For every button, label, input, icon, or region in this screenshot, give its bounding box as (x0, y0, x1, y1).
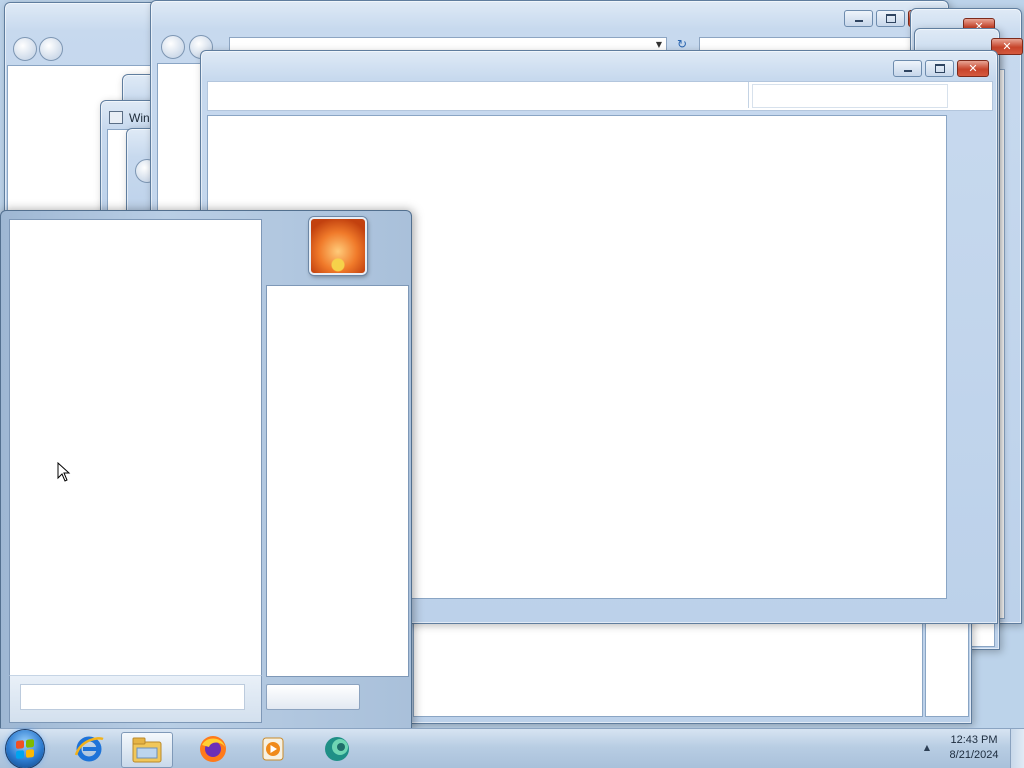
desktop: Win ✕ ▼ ↻ ⚲ ✕ ✕ (0, 0, 1024, 728)
shutdown-button[interactable] (266, 684, 360, 710)
taskbar-file-explorer[interactable] (121, 732, 173, 768)
minimize-button[interactable] (893, 60, 922, 77)
window-title-icon (109, 111, 123, 124)
taskbar-clock[interactable]: 12:43 PM 8/21/2024 (940, 733, 1008, 765)
start-search-input[interactable] (20, 684, 245, 710)
mouse-cursor-icon (57, 462, 71, 482)
app-icon (325, 737, 349, 761)
internet-explorer-icon (74, 736, 104, 762)
chevron-down-icon[interactable]: ▼ (656, 40, 662, 49)
taskbar-firefox[interactable] (188, 732, 238, 766)
command-bar[interactable] (208, 82, 749, 108)
folder-icon (132, 737, 162, 763)
back-button[interactable] (161, 35, 185, 59)
toolbar-strip (207, 81, 993, 111)
show-hidden-icons-button[interactable]: ▲ (921, 744, 933, 752)
taskbar (0, 728, 1024, 768)
close-button[interactable]: ✕ (957, 60, 989, 77)
firefox-icon (200, 736, 226, 762)
taskbar-internet-explorer[interactable] (64, 732, 114, 766)
start-button[interactable] (6, 730, 44, 768)
media-player-icon (262, 737, 284, 761)
taskbar-media-player[interactable] (248, 732, 298, 766)
windows-flag-icon (16, 739, 34, 759)
back-button[interactable] (13, 37, 37, 61)
window-title: Win (129, 111, 150, 125)
taskbar-app[interactable] (312, 732, 362, 766)
start-search-area (9, 675, 262, 723)
maximize-button[interactable] (925, 60, 954, 77)
forward-button[interactable] (39, 37, 63, 61)
clock-time: 12:43 PM (950, 734, 998, 746)
user-picture[interactable] (309, 217, 367, 275)
minimize-button[interactable] (844, 10, 873, 27)
search-input[interactable] (752, 84, 948, 108)
maximize-button[interactable] (876, 10, 905, 27)
places-list[interactable] (266, 285, 409, 677)
clock-date: 8/21/2024 (949, 749, 999, 761)
show-desktop-button[interactable] (1010, 729, 1024, 768)
programs-list[interactable] (9, 219, 262, 676)
